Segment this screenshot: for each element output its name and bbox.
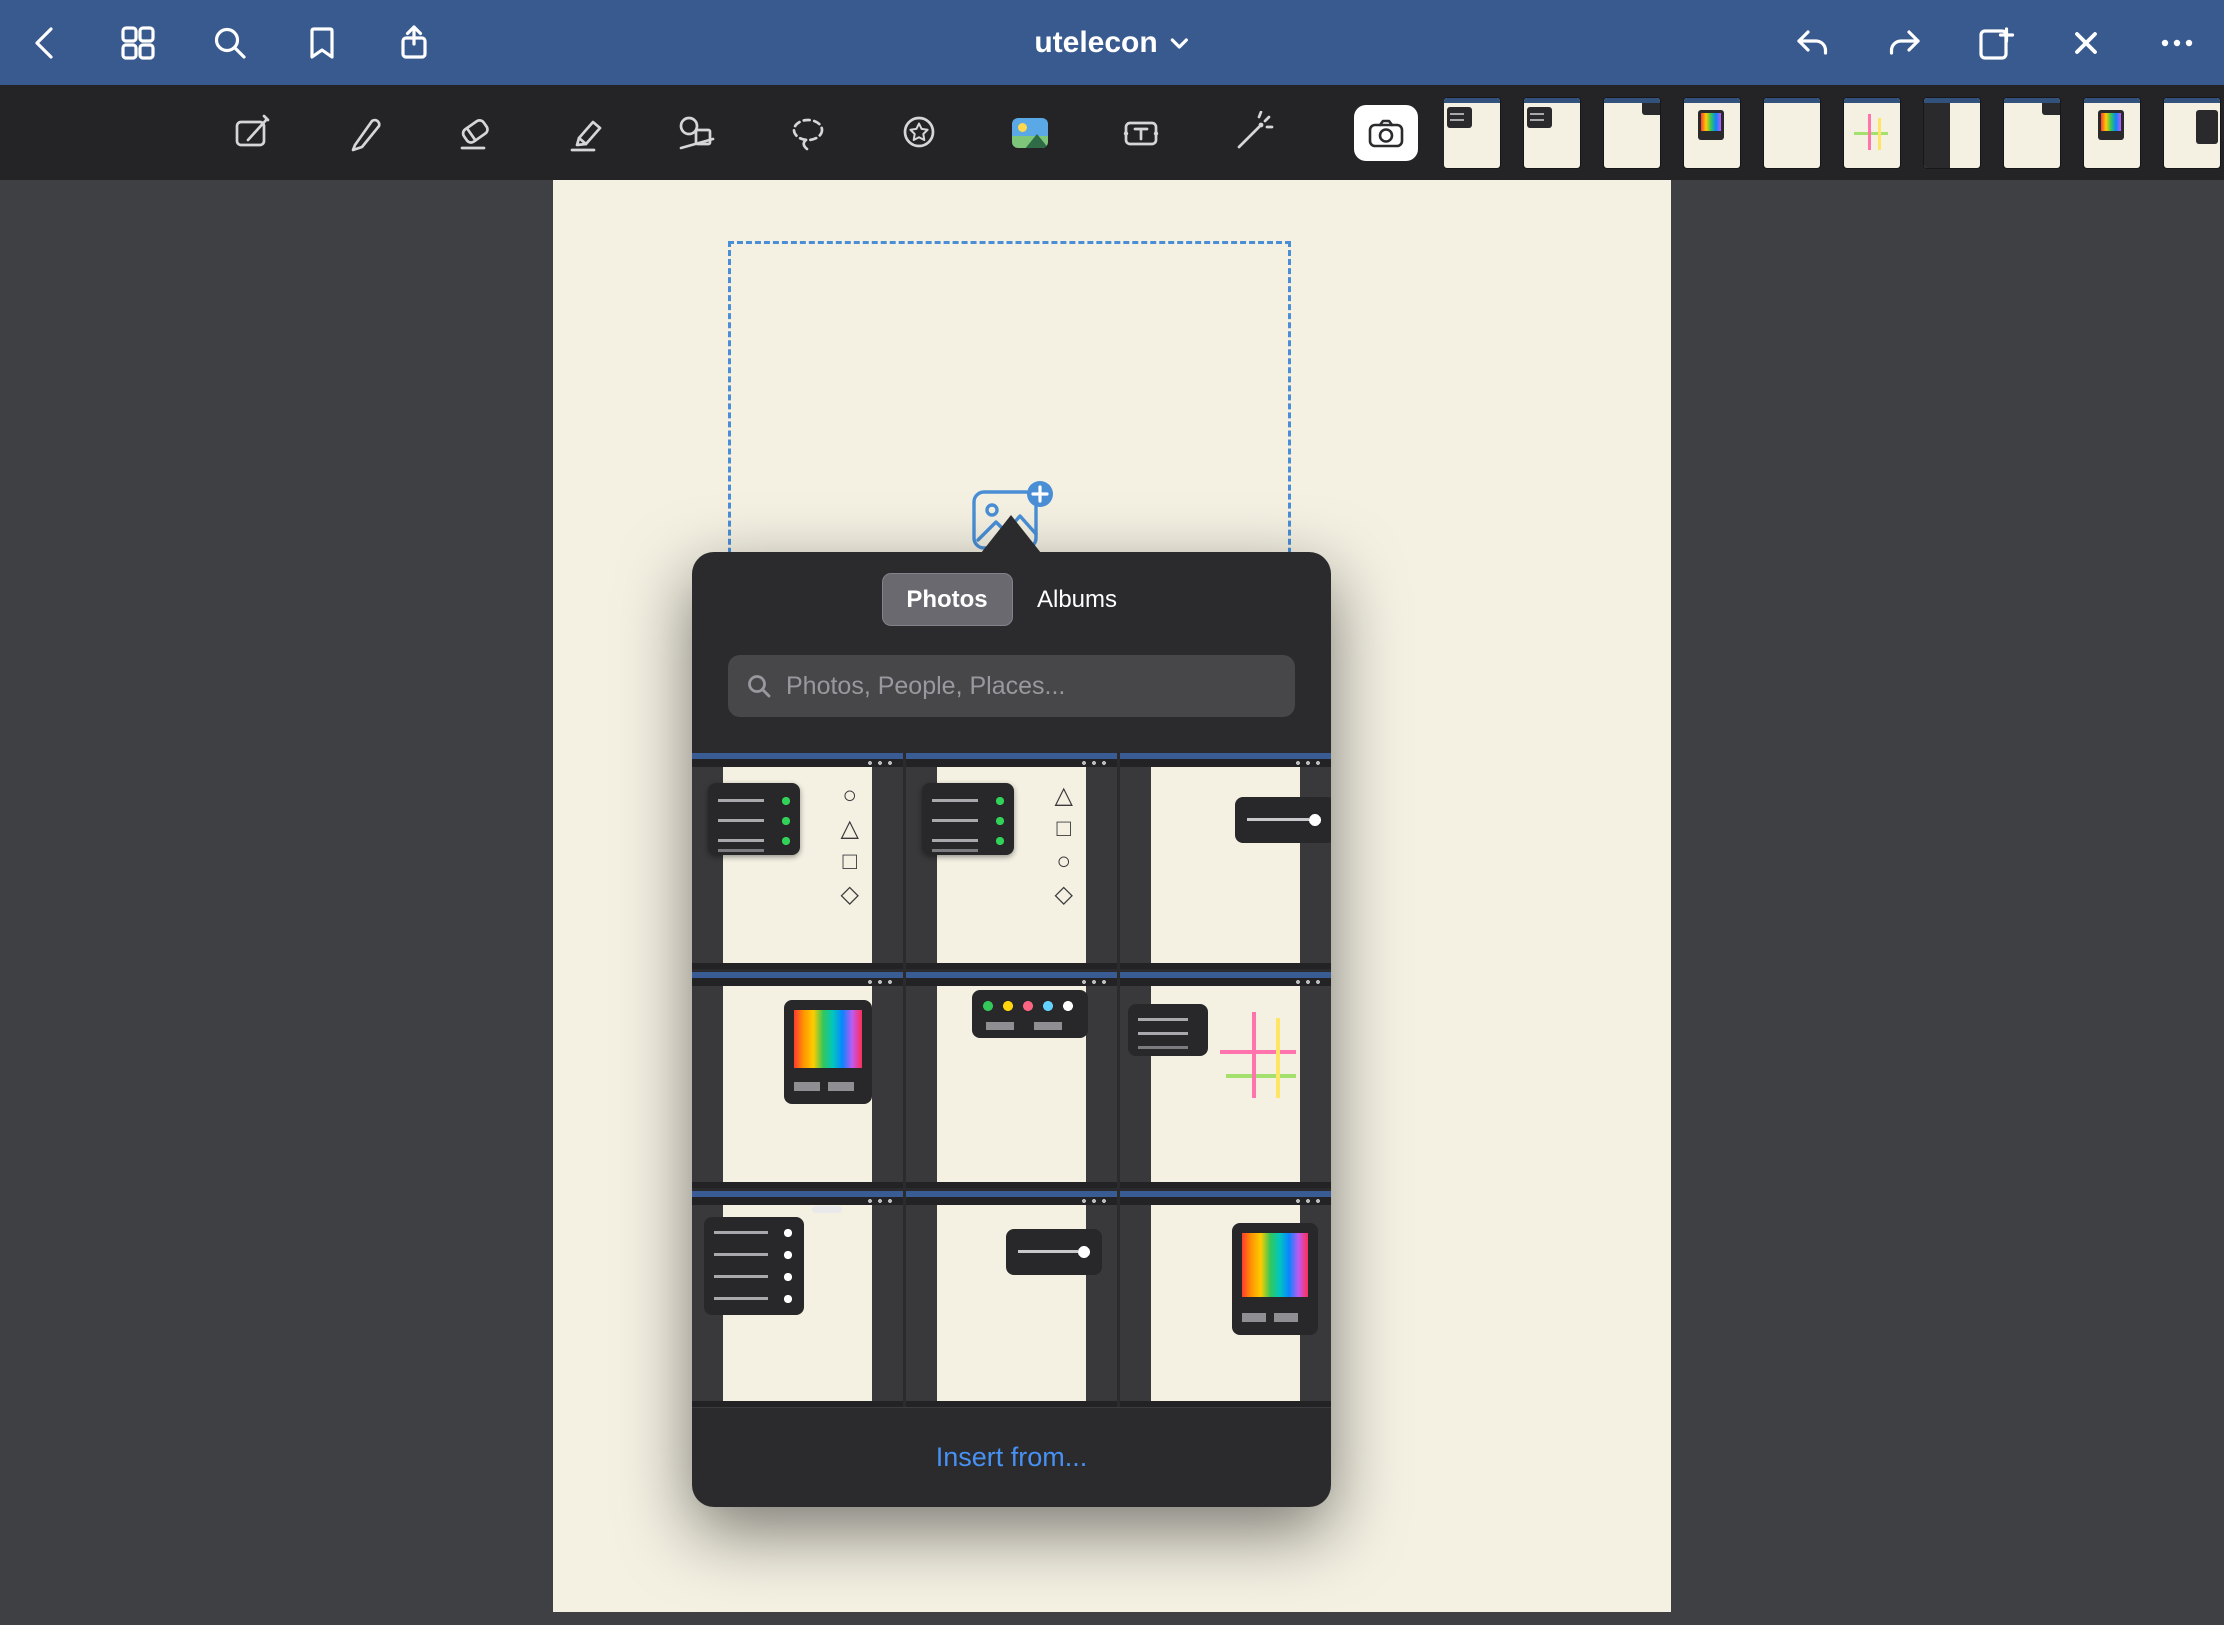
page-thumbnail[interactable] bbox=[1444, 98, 1500, 168]
tool-eraser[interactable] bbox=[453, 111, 497, 155]
text-box-icon bbox=[1119, 111, 1163, 155]
mini-decoration bbox=[906, 1191, 1117, 1407]
highlighter-icon bbox=[564, 111, 608, 155]
photo-thumbnail[interactable] bbox=[906, 972, 1117, 1188]
tool-lasso[interactable] bbox=[786, 111, 830, 155]
image-tool-icon bbox=[1012, 118, 1048, 148]
tool-elements[interactable] bbox=[897, 111, 941, 155]
tab-bar: Photos Albums bbox=[882, 573, 1142, 626]
mountain-icon bbox=[1020, 134, 1048, 148]
back-button[interactable] bbox=[24, 21, 68, 65]
more-button[interactable] bbox=[2155, 21, 2199, 65]
redo-button[interactable] bbox=[1882, 21, 1926, 65]
search-field[interactable] bbox=[728, 655, 1295, 717]
mini-decoration bbox=[1120, 753, 1331, 969]
mini-decoration bbox=[692, 753, 903, 969]
page-thumbnail[interactable] bbox=[1604, 98, 1660, 168]
lasso-icon bbox=[786, 111, 830, 155]
add-page-icon bbox=[1975, 23, 2015, 63]
page-thumbnail[interactable] bbox=[1684, 98, 1740, 168]
undo-button[interactable] bbox=[1791, 21, 1835, 65]
popover-arrow bbox=[981, 515, 1041, 553]
laser-pointer-icon bbox=[1230, 111, 1274, 155]
camera-icon bbox=[1367, 117, 1405, 149]
search-input[interactable] bbox=[784, 671, 1277, 702]
mini-decoration bbox=[692, 972, 903, 1188]
thumbnails-view-button[interactable] bbox=[116, 21, 160, 65]
photo-thumbnail[interactable] bbox=[1120, 753, 1331, 969]
close-icon bbox=[2066, 23, 2106, 63]
tool-zoom-writing[interactable] bbox=[231, 111, 275, 155]
page-thumbnail[interactable] bbox=[1524, 98, 1580, 168]
mini-decoration bbox=[1120, 972, 1331, 1188]
undo-icon bbox=[1793, 23, 1833, 63]
navigation-bar: utelecon bbox=[0, 0, 2224, 85]
search-button[interactable] bbox=[208, 21, 252, 65]
mini-decoration bbox=[906, 972, 1117, 1188]
add-page-button[interactable] bbox=[1973, 21, 2017, 65]
redo-icon bbox=[1884, 23, 1924, 63]
share-button[interactable] bbox=[392, 21, 436, 65]
tab-albums[interactable]: Albums bbox=[1013, 573, 1142, 626]
page-thumbnail[interactable] bbox=[1764, 98, 1820, 168]
popover-body: Photos Albums bbox=[692, 552, 1331, 1507]
photo-thumbnail[interactable] bbox=[692, 1191, 903, 1407]
star-circle-icon bbox=[897, 111, 941, 155]
app-window: utelecon bbox=[0, 0, 2224, 1625]
zoom-writing-tool-icon bbox=[231, 111, 275, 155]
search-icon bbox=[210, 23, 250, 63]
mini-decoration bbox=[692, 1191, 903, 1407]
photos-popover: Photos Albums bbox=[692, 552, 1331, 1507]
mini-decoration bbox=[1120, 1191, 1331, 1407]
page-thumbnail[interactable] bbox=[2004, 98, 2060, 168]
shapes-icon bbox=[675, 111, 719, 155]
share-icon bbox=[394, 23, 434, 63]
document-title[interactable]: utelecon bbox=[1028, 0, 1195, 85]
photo-thumbnail[interactable] bbox=[692, 972, 903, 1188]
insert-from-button[interactable]: Insert from... bbox=[930, 1441, 1094, 1474]
tool-shapes[interactable] bbox=[675, 111, 719, 155]
eraser-icon bbox=[453, 111, 497, 155]
photo-thumbnail[interactable] bbox=[692, 753, 903, 969]
tool-text[interactable] bbox=[1119, 111, 1163, 155]
photo-thumbnail[interactable] bbox=[906, 753, 1117, 969]
tool-pen[interactable] bbox=[342, 111, 386, 155]
page-thumbnail[interactable] bbox=[1844, 98, 1900, 168]
sun-icon bbox=[1018, 123, 1027, 132]
search-icon bbox=[746, 673, 772, 699]
document-title-text: utelecon bbox=[1034, 26, 1157, 60]
photo-grid bbox=[692, 753, 1331, 1407]
bookmark-icon bbox=[302, 23, 342, 63]
tool-image[interactable] bbox=[1008, 111, 1052, 155]
grid-view-icon bbox=[118, 23, 158, 63]
photo-thumbnail[interactable] bbox=[906, 1191, 1117, 1407]
pen-icon bbox=[342, 111, 386, 155]
insert-bar: Insert from... bbox=[692, 1407, 1331, 1507]
chevron-down-icon bbox=[1170, 36, 1190, 50]
photo-thumbnail[interactable] bbox=[1120, 1191, 1331, 1407]
tab-photos[interactable]: Photos bbox=[882, 573, 1013, 626]
mini-decoration bbox=[906, 753, 1117, 969]
tools-group bbox=[231, 111, 1274, 155]
tool-laser-pointer[interactable] bbox=[1230, 111, 1274, 155]
camera-button[interactable] bbox=[1354, 105, 1418, 161]
close-button[interactable] bbox=[2064, 21, 2108, 65]
page-thumbnail[interactable] bbox=[2084, 98, 2140, 168]
back-icon bbox=[26, 23, 66, 63]
page-thumbnail[interactable] bbox=[1924, 98, 1980, 168]
tool-highlighter[interactable] bbox=[564, 111, 608, 155]
bookmark-button[interactable] bbox=[300, 21, 344, 65]
more-icon bbox=[2157, 23, 2197, 63]
nav-left-group bbox=[0, 21, 436, 65]
nav-right-group bbox=[1791, 21, 2224, 65]
tool-bar bbox=[0, 85, 2224, 180]
page-thumbnails bbox=[1444, 85, 2224, 180]
photo-thumbnail[interactable] bbox=[1120, 972, 1331, 1188]
page-thumbnail[interactable] bbox=[2164, 98, 2220, 168]
